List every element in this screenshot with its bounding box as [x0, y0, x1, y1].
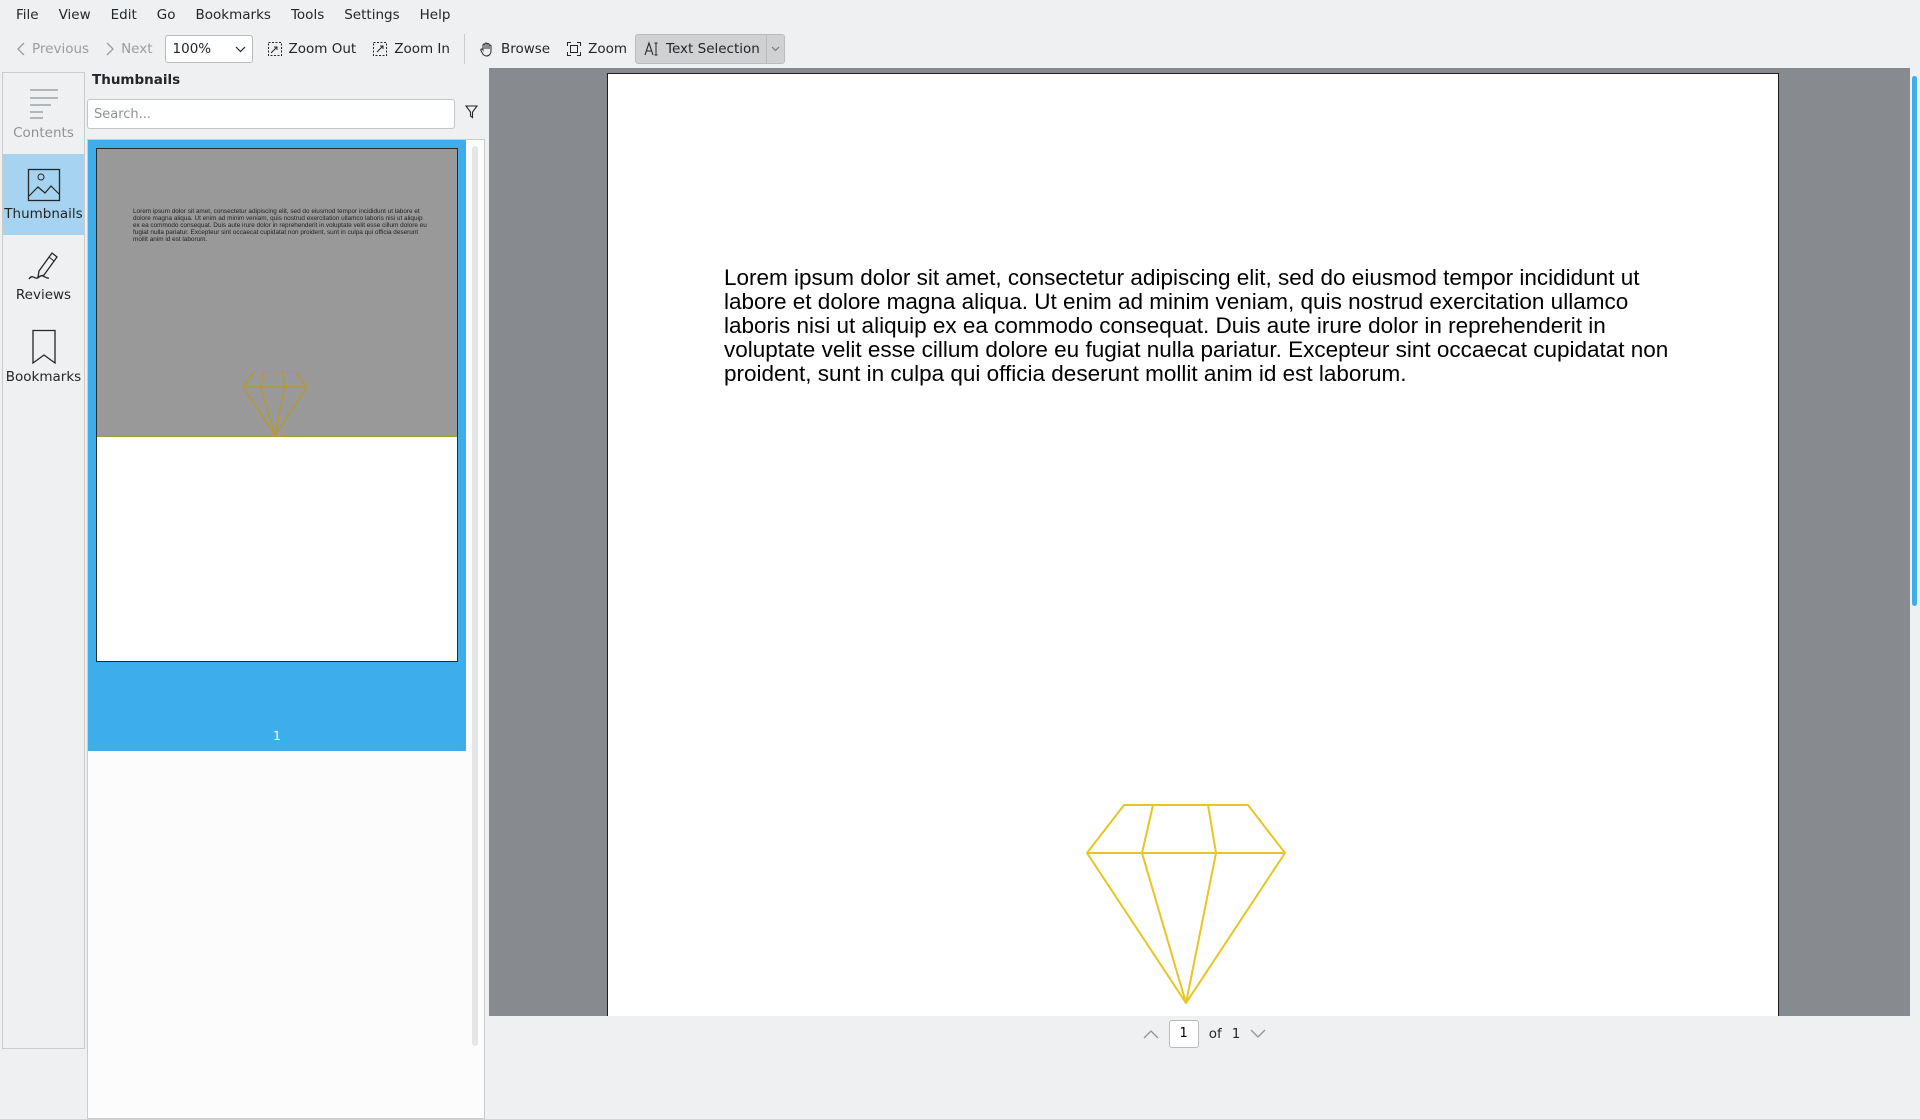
browse-label: Browse	[500, 41, 551, 57]
page-navigation-bar: of 1	[489, 1016, 1920, 1051]
page-number-input[interactable]	[1168, 1019, 1199, 1048]
document-paragraph: Lorem ipsum dolor sit amet, consectetur …	[724, 265, 1669, 386]
bookmark-icon	[31, 329, 56, 364]
menu-settings[interactable]: Settings	[334, 0, 409, 30]
menu-bookmarks[interactable]: Bookmarks	[186, 0, 281, 30]
document-scrollbar[interactable]	[1910, 68, 1920, 1016]
menu-edit[interactable]: Edit	[101, 0, 147, 30]
menu-tools[interactable]: Tools	[281, 0, 334, 30]
main-toolbar: Previous Next 100% Zoom Out Zoom In Brow…	[0, 30, 1920, 68]
thumbnails-icon	[27, 168, 60, 201]
thumbnail-item-selected[interactable]: Lorem ipsum dolor sit amet, consectetur …	[88, 140, 466, 751]
thumbnails-panel: Thumbnails Lorem ipsum dolor sit amet, c…	[87, 68, 488, 1119]
sidebar-item-label: Thumbnails	[4, 205, 83, 222]
sidebar-item-reviews[interactable]: Reviews	[3, 235, 84, 316]
thumbnail-page-number: 1	[273, 729, 281, 743]
sidebar-item-bookmarks[interactable]: Bookmarks	[3, 316, 84, 397]
zoom-out-button[interactable]: Zoom Out	[259, 34, 365, 64]
hand-icon	[480, 42, 492, 57]
next-button[interactable]: Next	[97, 34, 160, 64]
thumbnails-title: Thumbnails	[92, 72, 181, 88]
text-selection-label: Text Selection	[666, 41, 760, 57]
menu-bar: File View Edit Go Bookmarks Tools Settin…	[0, 0, 1920, 30]
next-label: Next	[121, 41, 153, 57]
zoom-level-select[interactable]: 100%	[164, 35, 253, 63]
sidebar-rail: Contents Thumbnails Reviews Bookmarks	[2, 72, 85, 1049]
scrollbar-handle[interactable]	[1912, 76, 1917, 606]
text-select-icon	[644, 41, 658, 56]
zoom-in-icon	[373, 42, 388, 56]
zoom-out-icon	[267, 42, 282, 56]
zoom-tool-label: Zoom	[588, 41, 628, 57]
previous-button[interactable]: Previous	[8, 34, 97, 64]
zoom-out-label: Zoom Out	[288, 41, 357, 57]
browse-tool-button[interactable]: Browse	[471, 34, 558, 64]
thumbnail-search-input[interactable]	[87, 99, 455, 129]
sidebar-item-thumbnails[interactable]: Thumbnails	[3, 154, 84, 235]
chevron-down-icon	[235, 46, 245, 52]
chevron-up-icon[interactable]	[1143, 1029, 1159, 1039]
thumbnail-list[interactable]: Lorem ipsum dolor sit amet, consectetur …	[87, 139, 485, 1119]
contents-icon	[29, 88, 58, 119]
menu-go[interactable]: Go	[147, 0, 186, 30]
thumbnail-page-text: Lorem ipsum dolor sit amet, consectetur …	[133, 208, 427, 243]
text-selection-tool-button[interactable]: Text Selection	[635, 34, 785, 64]
menu-view[interactable]: View	[49, 0, 101, 30]
thumbnail-highlight-area: Lorem ipsum dolor sit amet, consectetur …	[97, 149, 457, 437]
previous-label: Previous	[32, 41, 90, 57]
menu-file[interactable]: File	[6, 0, 49, 30]
zoom-in-label: Zoom In	[394, 41, 450, 57]
filter-icon[interactable]	[465, 105, 478, 119]
sidebar-item-label: Reviews	[15, 286, 72, 303]
zoom-tool-button[interactable]: Zoom	[558, 34, 635, 64]
menu-help[interactable]: Help	[410, 0, 461, 30]
thumbnail-page-preview: Lorem ipsum dolor sit amet, consectetur …	[96, 148, 458, 662]
sidebar-item-contents[interactable]: Contents	[3, 73, 84, 154]
diamond-icon	[243, 371, 307, 435]
sidebar-item-label: Bookmarks	[5, 368, 82, 385]
chevron-down-icon[interactable]	[1250, 1029, 1266, 1039]
reviews-icon	[27, 251, 58, 279]
page-of-label: of	[1208, 1025, 1222, 1042]
zoom-level-value: 100%	[172, 41, 212, 57]
chevron-down-icon	[771, 46, 780, 52]
chevron-right-icon	[106, 42, 114, 56]
zoom-select-icon	[567, 42, 582, 56]
diamond-icon	[1086, 804, 1286, 1004]
document-page: Lorem ipsum dolor sit amet, consectetur …	[607, 73, 1779, 1016]
thumbnail-scrollbar[interactable]	[472, 146, 478, 1046]
document-viewer[interactable]: Lorem ipsum dolor sit amet, consectetur …	[489, 68, 1910, 1016]
chevron-left-icon	[17, 42, 25, 56]
sidebar-item-label: Contents	[13, 124, 74, 141]
toolbar-separator	[463, 34, 465, 64]
page-total: 1	[1231, 1025, 1241, 1042]
zoom-in-button[interactable]: Zoom In	[364, 34, 458, 64]
tool-menu-arrow[interactable]	[765, 34, 784, 64]
